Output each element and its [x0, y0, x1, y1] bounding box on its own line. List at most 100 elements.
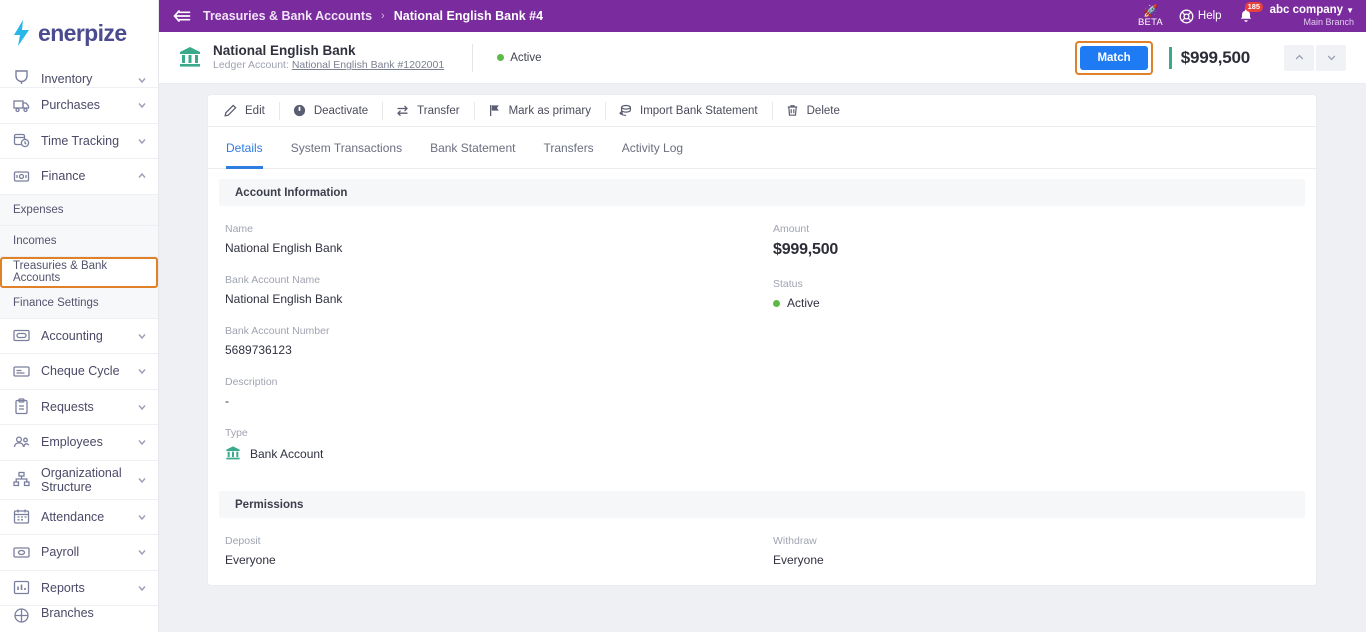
beta-label: BETA	[1138, 16, 1163, 28]
transfer-button[interactable]: Transfer	[382, 95, 473, 127]
tab-system-transactions[interactable]: System Transactions	[277, 127, 416, 169]
sidebar-item-finance-settings[interactable]: Finance Settings	[0, 287, 158, 319]
chevron-down-icon	[136, 436, 148, 448]
field-name: Name National English Bank	[225, 223, 762, 255]
collapse-sidebar-icon[interactable]	[159, 0, 203, 32]
sidebar-item-branches[interactable]: Branches	[0, 606, 158, 625]
tab-label: Bank Statement	[430, 140, 516, 155]
notifications-button[interactable]: 185	[1238, 2, 1264, 24]
sidebar-item-inventory[interactable]: Inventory	[0, 66, 158, 88]
tab-details[interactable]: Details	[212, 127, 277, 169]
sidebar-item-payroll[interactable]: Payroll	[0, 535, 158, 571]
breadcrumb-separator: ›	[381, 10, 385, 22]
content-area: Edit Deactivate Transfer Mark as primary…	[159, 84, 1366, 632]
sidebar-item-purchases[interactable]: Purchases	[0, 88, 158, 124]
field-label: Type	[225, 427, 248, 439]
breadcrumb-item-parent[interactable]: Treasuries & Bank Accounts	[203, 9, 372, 23]
sidebar-item-employees[interactable]: Employees	[0, 425, 158, 461]
field-label: Deposit	[225, 535, 261, 547]
deactivate-button[interactable]: Deactivate	[278, 95, 382, 127]
toolbar-label: Delete	[806, 104, 840, 117]
sidebar-item-expenses[interactable]: Expenses	[0, 194, 158, 226]
sidebar-item-label: Inventory	[41, 72, 93, 86]
chevron-down-icon	[136, 474, 148, 486]
chevron-up-icon	[136, 170, 148, 182]
sidebar-item-accounting[interactable]: Accounting	[0, 319, 158, 354]
time-tracking-clock-icon	[12, 131, 31, 150]
sidebar-item-organizational-structure[interactable]: Organizational Structure	[0, 461, 158, 500]
sidebar-item-label: Attendance	[41, 509, 105, 524]
sidebar-item-attendance[interactable]: Attendance	[0, 500, 158, 535]
brand-logo[interactable]: enerpize	[0, 0, 158, 66]
branch-name: Main Branch	[1303, 17, 1354, 28]
main-area: Treasuries & Bank Accounts › National En…	[159, 0, 1366, 632]
beta-button[interactable]: 🚀 BETA	[1138, 5, 1163, 28]
match-button-focus-ring: Match	[1075, 40, 1153, 75]
permissions-right-column: Withdraw Everyone	[762, 535, 1316, 567]
import-bank-statement-button[interactable]: Import Bank Statement	[605, 95, 772, 127]
tab-activity-log[interactable]: Activity Log	[608, 127, 697, 169]
toolbar-label: Import Bank Statement	[640, 104, 758, 117]
mark-as-primary-button[interactable]: Mark as primary	[473, 95, 605, 127]
field-label: Name	[225, 223, 254, 235]
chevron-down-icon	[136, 99, 148, 111]
sidebar-nav: Inventory Purchases Time Tracking Financ…	[0, 66, 158, 632]
help-button[interactable]: Help	[1179, 9, 1222, 24]
delete-button[interactable]: Delete	[771, 95, 854, 127]
ledger-account-link[interactable]: National English Bank #1202001	[292, 59, 444, 71]
field-bank-account-name: Bank Account Name National English Bank	[225, 274, 762, 306]
account-menu[interactable]: abc company ▼ Main Branch	[1270, 4, 1354, 28]
action-toolbar: Edit Deactivate Transfer Mark as primary…	[208, 95, 1316, 127]
page-header: National English Bank Ledger Account: Na…	[159, 32, 1366, 84]
chevron-down-icon	[136, 511, 148, 523]
employees-icon	[12, 433, 31, 452]
power-circle-icon	[293, 104, 307, 118]
field-value: Everyone	[225, 553, 276, 567]
sidebar-item-time-tracking[interactable]: Time Tracking	[0, 124, 158, 159]
field-value: Active	[787, 296, 820, 310]
trash-icon	[786, 104, 800, 118]
sidebar-item-label: Cheque Cycle	[41, 364, 120, 379]
field-label: Withdraw	[773, 535, 817, 547]
chevron-down-icon: ▼	[1346, 6, 1354, 16]
next-record-button[interactable]	[1316, 44, 1346, 71]
sidebar-item-reports[interactable]: Reports	[0, 571, 158, 606]
breadcrumb: Treasuries & Bank Accounts › National En…	[203, 9, 1138, 23]
sidebar-item-label: Employees	[41, 435, 103, 450]
tab-bank-statement[interactable]: Bank Statement	[416, 127, 529, 169]
edit-button[interactable]: Edit	[210, 95, 279, 127]
field-value: Everyone	[773, 553, 824, 567]
payroll-icon	[12, 543, 31, 562]
field-value: 5689736123	[225, 343, 292, 357]
amount-accent-bar	[1168, 46, 1172, 69]
requests-clipboard-icon	[12, 397, 31, 416]
match-button[interactable]: Match	[1080, 45, 1148, 70]
sidebar-item-incomes[interactable]: Incomes	[0, 225, 158, 257]
account-info-right-column: Amount $999,500 Status Active	[762, 223, 1316, 481]
sidebar-item-label: Organizational Structure	[41, 465, 122, 494]
tab-label: Transfers	[543, 140, 594, 155]
sidebar-item-label: Time Tracking	[41, 133, 120, 148]
tab-label: System Transactions	[290, 140, 403, 155]
sidebar-item-label: Payroll	[41, 545, 80, 560]
sidebar-item-requests[interactable]: Requests	[0, 390, 158, 425]
account-info-left-column: Name National English Bank Bank Account …	[208, 223, 762, 481]
bank-building-icon	[178, 45, 204, 71]
page-title: National English Bank	[213, 43, 356, 59]
account-information-section-title: Account Information	[219, 179, 1305, 206]
chevron-down-icon	[136, 401, 148, 413]
sidebar-item-treasuries-bank-accounts[interactable]: Treasuries & Bank Accounts	[0, 256, 158, 288]
sidebar-item-cheque-cycle[interactable]: Cheque Cycle	[0, 354, 158, 390]
previous-record-button[interactable]	[1284, 44, 1314, 71]
sidebar-item-label: Finance	[41, 169, 86, 184]
sidebar-item-label: Accounting	[41, 328, 103, 343]
brand-name: enerpize	[38, 19, 127, 46]
lightning-bolt-icon	[12, 20, 32, 46]
permissions-fields: Deposit Everyone Withdraw Everyone	[208, 518, 1316, 585]
sidebar-item-finance[interactable]: Finance	[0, 159, 158, 195]
toolbar-label: Transfer	[417, 104, 460, 117]
field-label: Status	[773, 278, 803, 290]
transfer-arrows-icon	[396, 104, 410, 118]
sidebar-item-label: Reports	[41, 580, 85, 595]
tab-transfers[interactable]: Transfers	[529, 127, 607, 169]
